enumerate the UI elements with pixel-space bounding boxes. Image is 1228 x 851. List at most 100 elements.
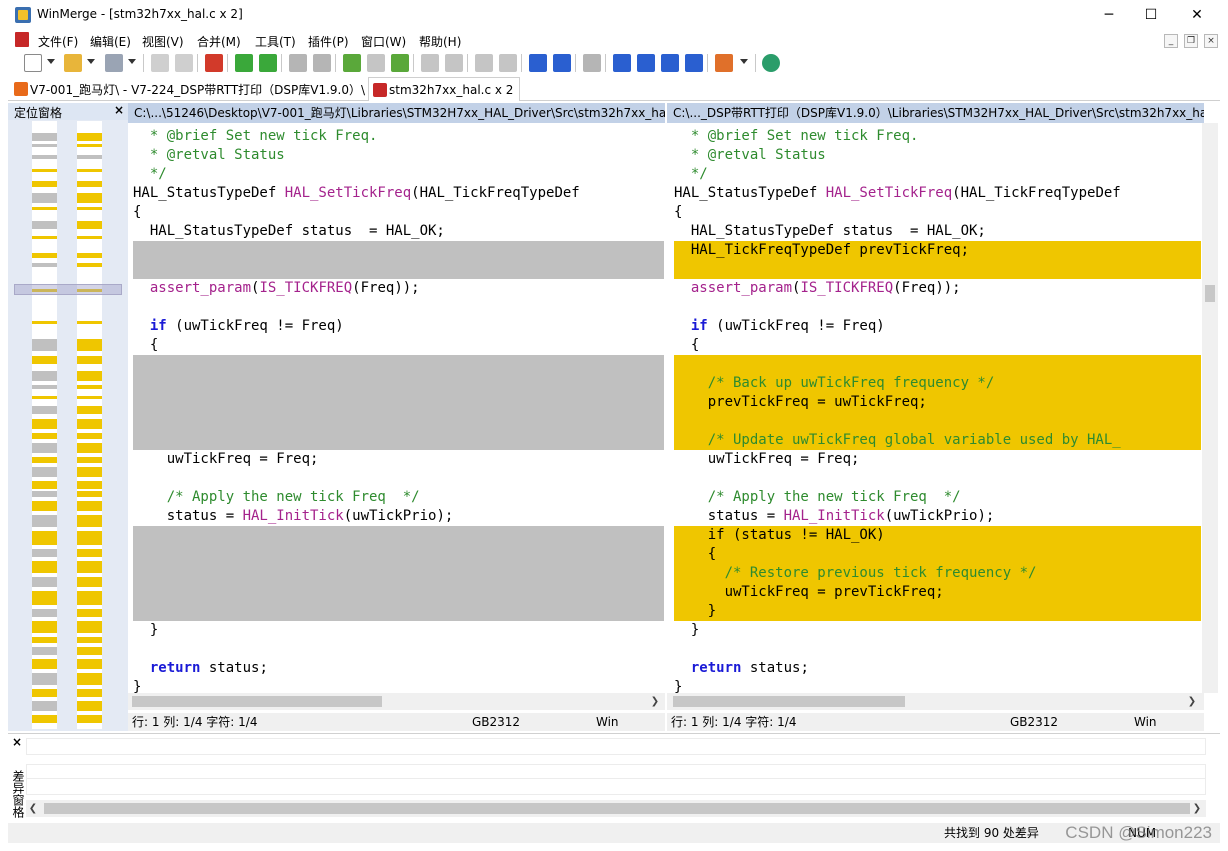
tab-file-compare[interactable]: stm32h7xx_hal.c x 2 xyxy=(368,77,520,101)
winmerge-app-icon[interactable] xyxy=(15,7,31,23)
left-first-icon[interactable] xyxy=(613,54,631,72)
minimize-button[interactable]: ─ xyxy=(1086,0,1132,30)
close-icon[interactable]: × xyxy=(12,735,22,749)
new-icon[interactable] xyxy=(24,54,42,72)
location-diff-marker xyxy=(77,321,102,324)
code-line: } xyxy=(133,679,142,693)
folder-compare-icon xyxy=(14,82,28,96)
prev-diff-icon[interactable] xyxy=(259,54,277,72)
options-icon[interactable] xyxy=(715,54,733,72)
open-icon[interactable] xyxy=(64,54,82,72)
scroll-thumb[interactable] xyxy=(673,696,905,707)
chevron-left-icon[interactable]: ❮ xyxy=(26,800,40,817)
right-next-icon[interactable] xyxy=(661,54,679,72)
code-line: /* Update uwTickFreq global variable use… xyxy=(674,432,1121,448)
right-code-view[interactable]: * @brief Set new tick Freq. * @retval St… xyxy=(674,123,1201,693)
merge-mode-icon[interactable] xyxy=(205,54,223,72)
mdi-close-button[interactable]: × xyxy=(1204,34,1218,48)
maximize-button[interactable]: ☐ xyxy=(1128,0,1174,30)
location-diff-marker xyxy=(77,531,102,545)
location-diff-marker xyxy=(77,501,102,511)
all-right-icon[interactable] xyxy=(499,54,517,72)
location-diff-marker xyxy=(32,419,57,429)
mdi-restore-button[interactable]: ❐ xyxy=(1184,34,1198,48)
diff-pane-title: 差异窗格 xyxy=(11,770,25,818)
cursor-position: 行: 1 列: 1/4 字符: 1/4 xyxy=(132,715,258,729)
diff-block-placeholder[interactable] xyxy=(133,526,664,621)
chevron-down-icon[interactable] xyxy=(128,59,136,64)
diff-block-placeholder[interactable] xyxy=(133,241,664,279)
location-diff-marker xyxy=(77,689,102,697)
menu-bar: 文件(F) 编辑(E) 视图(V) 合并(M) 工具(T) 插件(P) 窗口(W… xyxy=(0,30,1228,50)
location-diff-marker xyxy=(77,169,102,172)
menu-edit[interactable]: 编辑(E) xyxy=(90,33,131,50)
chevron-down-icon[interactable] xyxy=(47,59,55,64)
compare-icon[interactable] xyxy=(553,54,571,72)
menu-plugins[interactable]: 插件(P) xyxy=(308,33,349,50)
left-code-view[interactable]: * @brief Set new tick Freq. * @retval St… xyxy=(133,123,664,693)
code-line: * @retval Status xyxy=(674,147,826,163)
right-vertical-scrollbar[interactable] xyxy=(1202,123,1218,693)
diff-pane[interactable]: × 差异窗格 ❮ ❯ xyxy=(8,733,1220,819)
copy-right-advance-icon[interactable] xyxy=(445,54,463,72)
next-diff-icon[interactable] xyxy=(235,54,253,72)
chevron-right-icon[interactable]: ❯ xyxy=(1190,800,1204,817)
location-diff-marker xyxy=(77,236,102,239)
mdi-minimize-button[interactable]: _ xyxy=(1164,34,1178,48)
chevron-down-icon[interactable] xyxy=(740,59,748,64)
diff-pane-left-view[interactable] xyxy=(26,738,1206,755)
diff-block-placeholder[interactable] xyxy=(133,355,664,450)
left-prev-icon[interactable] xyxy=(637,54,655,72)
code-line: } xyxy=(133,622,159,638)
chevron-down-icon[interactable] xyxy=(87,59,95,64)
diff-pane-right-view[interactable] xyxy=(26,778,1206,795)
right-last-icon[interactable] xyxy=(685,54,703,72)
menu-tools[interactable]: 工具(T) xyxy=(255,33,296,50)
copy-right-icon[interactable] xyxy=(391,54,409,72)
copy-left-advance-icon[interactable] xyxy=(475,54,493,72)
code-line: HAL_StatusTypeDef status = HAL_OK; xyxy=(133,223,445,239)
select-all-diffs-icon[interactable] xyxy=(367,54,385,72)
copy-left-icon[interactable] xyxy=(421,54,439,72)
first-conflict-icon[interactable] xyxy=(289,54,307,72)
menu-view[interactable]: 视图(V) xyxy=(142,33,184,50)
current-diff-icon[interactable] xyxy=(343,54,361,72)
right-horizontal-scrollbar[interactable]: ❯ xyxy=(667,693,1204,710)
code-line: /* Back up uwTickFreq frequency */ xyxy=(674,375,995,391)
location-diff-marker xyxy=(77,433,102,439)
location-diff-marker xyxy=(77,457,102,463)
last-conflict-icon[interactable] xyxy=(313,54,331,72)
location-bar-left[interactable] xyxy=(32,121,57,729)
menu-window[interactable]: 窗口(W) xyxy=(361,33,406,50)
document-menu-icon[interactable] xyxy=(15,32,29,47)
redo-icon[interactable] xyxy=(175,54,193,72)
close-button[interactable]: ✕ xyxy=(1174,0,1220,30)
menu-merge[interactable]: 合并(M) xyxy=(197,33,241,50)
menu-file[interactable]: 文件(F) xyxy=(38,33,78,50)
toolbar xyxy=(0,50,1228,76)
undo-icon[interactable] xyxy=(151,54,169,72)
location-pane[interactable]: 定位窗格 × xyxy=(8,103,128,731)
scroll-thumb[interactable] xyxy=(132,696,382,707)
diff-pane-horizontal-scrollbar[interactable]: ❮ ❯ xyxy=(26,800,1206,817)
location-diff-marker xyxy=(77,577,102,587)
scroll-thumb[interactable] xyxy=(44,803,1190,814)
code-line: * @retval Status xyxy=(133,147,285,163)
compare-selection-icon[interactable] xyxy=(583,54,601,72)
code-line: HAL_StatusTypeDef HAL_SetTickFreq(HAL_Ti… xyxy=(674,185,1121,201)
scroll-thumb[interactable] xyxy=(1205,285,1215,302)
left-horizontal-scrollbar[interactable]: ❯ xyxy=(128,693,665,710)
chevron-right-icon[interactable]: ❯ xyxy=(648,693,662,710)
save-icon[interactable] xyxy=(105,54,123,72)
location-diff-marker xyxy=(32,433,57,439)
location-bar-right[interactable] xyxy=(77,121,102,729)
all-left-icon[interactable] xyxy=(529,54,547,72)
chevron-right-icon[interactable]: ❯ xyxy=(1185,693,1199,710)
menu-help[interactable]: 帮助(H) xyxy=(419,33,461,50)
location-viewport-indicator[interactable] xyxy=(14,284,122,295)
location-diff-marker xyxy=(77,221,102,229)
refresh-icon[interactable] xyxy=(762,54,780,72)
close-icon[interactable]: × xyxy=(114,103,124,117)
tab-folder-compare[interactable]: V7-001_跑马灯\ - V7-224_DSP带RTT打印（DSP库V1.9.… xyxy=(10,77,366,101)
location-diff-marker xyxy=(77,181,102,187)
